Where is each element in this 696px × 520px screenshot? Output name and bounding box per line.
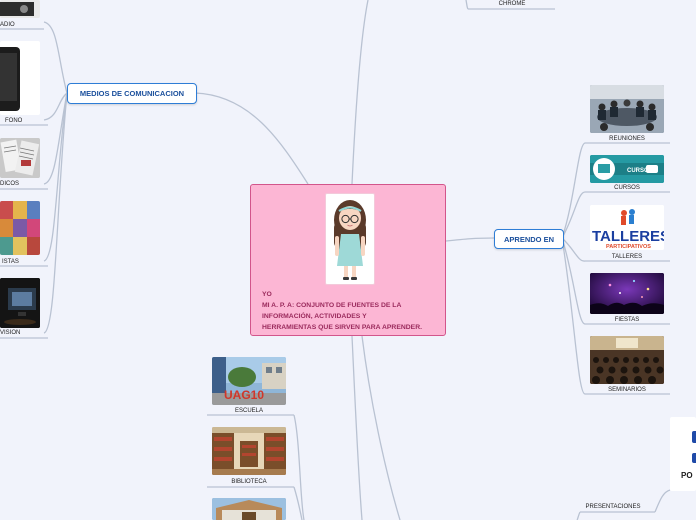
central-line-4: HERRAMIENTAS QUE SIRVEN PARA APRENDER. bbox=[262, 324, 422, 331]
logo-image: PO bbox=[670, 417, 696, 491]
talleres-label: TALLERES bbox=[611, 254, 643, 260]
escuela-image: UAG10 bbox=[212, 357, 286, 405]
central-line-3: INFORMACIÓN, ACTIVIDADES Y bbox=[262, 313, 367, 320]
chrome-label[interactable]: CHROME bbox=[490, 1, 534, 7]
topic-aprendo-label: APRENDO EN bbox=[503, 234, 554, 244]
television-label: VISION bbox=[0, 330, 21, 336]
fiestas-image bbox=[590, 273, 664, 314]
television-image bbox=[0, 278, 40, 328]
reuniones-label: REUNIONES bbox=[609, 136, 645, 142]
central-node[interactable]: YO MI A. P. A: CONJUNTO DE FUENTES DE LA… bbox=[250, 184, 446, 336]
central-line-1: YO bbox=[262, 291, 272, 298]
telefono-image bbox=[0, 41, 40, 115]
biblioteca-image bbox=[212, 427, 286, 475]
central-line-2: MI A. P. A: CONJUNTO DE FUENTES DE LA bbox=[262, 302, 402, 309]
reuniones-image bbox=[590, 85, 664, 133]
biblioteca-label: BIBLIOTECA bbox=[231, 479, 267, 485]
revistas-image bbox=[0, 201, 40, 255]
escuela-sign-text: UAG10 bbox=[224, 388, 264, 402]
third-bottom-image bbox=[212, 498, 286, 520]
revistas-label: ISTAS bbox=[2, 259, 19, 265]
seminarios-image bbox=[590, 336, 664, 384]
cursos-badge-text: CURSOS bbox=[627, 168, 653, 174]
central-girl-image bbox=[325, 193, 375, 285]
central-text: YO MI A. P. A: CONJUNTO DE FUENTES DE LA… bbox=[262, 289, 442, 333]
talleres-sub-text: PARTICIPATIVOS bbox=[606, 244, 651, 250]
cursos-image: CURSOS bbox=[590, 155, 664, 183]
seminarios-label: SEMINARIOS bbox=[608, 387, 646, 393]
presentaciones-label[interactable]: PRESENTACIONES bbox=[580, 504, 646, 510]
topic-aprendo-en[interactable]: APRENDO EN bbox=[494, 229, 564, 249]
radio-label: ADIO bbox=[0, 22, 15, 28]
talleres-image: TALLERES PARTICIPATIVOS bbox=[590, 205, 664, 250]
topic-medios-de-comunicacion[interactable]: MEDIOS DE COMUNICACION bbox=[67, 83, 197, 104]
escuela-label: ESCUELA bbox=[234, 408, 263, 414]
cursos-label: CURSOS bbox=[614, 185, 640, 191]
logo-text: PO bbox=[681, 471, 693, 480]
talleres-title-text: TALLERES bbox=[592, 228, 664, 245]
radio-image bbox=[0, 0, 40, 18]
telefono-label: FONO bbox=[5, 118, 23, 124]
periodicos-label: DICOS bbox=[0, 181, 20, 187]
fiestas-label: FIESTAS bbox=[614, 317, 640, 323]
periodicos-image bbox=[0, 138, 40, 178]
topic-medios-label: MEDIOS DE COMUNICACION bbox=[79, 89, 185, 98]
